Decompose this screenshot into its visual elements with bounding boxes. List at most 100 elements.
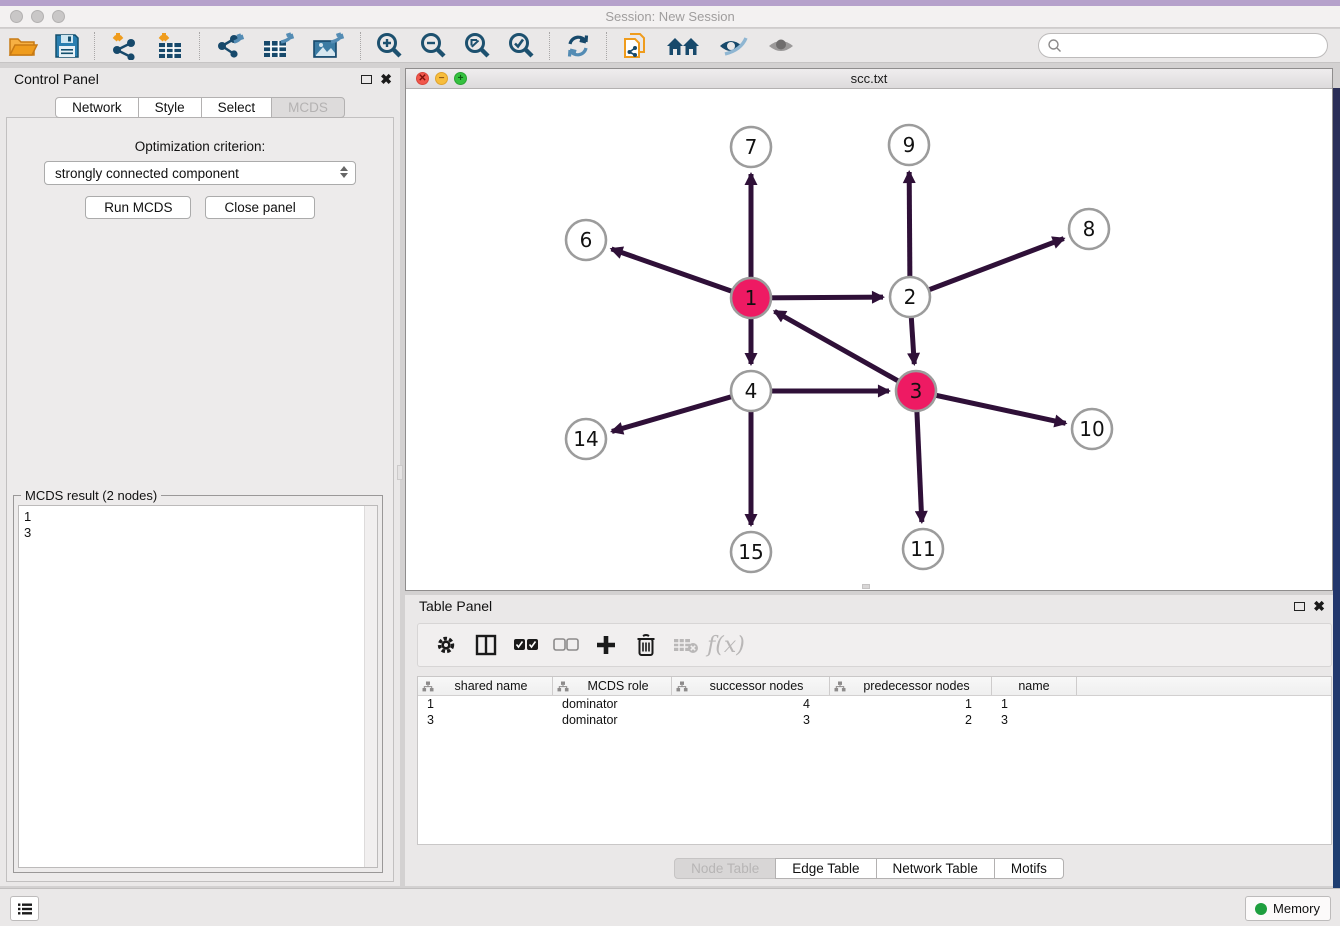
network-window-titlebar: ✕ − + scc.txt [406, 69, 1332, 89]
export-network-button[interactable] [206, 30, 254, 62]
home-button[interactable] [657, 30, 709, 62]
function-builder-button[interactable]: f(x) [708, 628, 744, 662]
column-tree-icon [834, 681, 846, 692]
deselect-all-columns-button[interactable] [548, 628, 584, 662]
memory-button[interactable]: Memory [1245, 896, 1331, 921]
split-columns-icon [474, 633, 498, 657]
column-label: successor nodes [688, 679, 825, 693]
open-folder-icon [8, 33, 38, 59]
network-view-window: ✕ − + scc.txt 7 9 6 8 1 2 4 3 14 10 15 11 [405, 68, 1333, 591]
export-image-button[interactable] [304, 30, 354, 62]
graph-edge-2-8[interactable] [910, 239, 1064, 297]
delete-column-button[interactable] [628, 628, 664, 662]
window-titlebar: Session: New Session [0, 6, 1340, 28]
import-table-button[interactable] [147, 30, 193, 62]
result-scrollbar[interactable] [364, 506, 377, 867]
refresh-button[interactable] [556, 30, 600, 62]
tab-network[interactable]: Network [55, 97, 139, 118]
cell-shared-name: 1 [418, 697, 553, 711]
table-tab-motifs[interactable]: Motifs [994, 858, 1064, 879]
graph-node-11[interactable]: 11 [903, 529, 943, 569]
mcds-result-title: MCDS result (2 nodes) [21, 488, 161, 503]
duplicate-network-icon [621, 31, 649, 61]
graph-edge-1-6[interactable] [611, 249, 751, 298]
graph-node-2[interactable]: 2 [890, 277, 930, 317]
cell-successor-nodes: 4 [672, 697, 830, 711]
import-table-icon [155, 32, 185, 60]
cell-successor-nodes: 3 [672, 713, 830, 727]
table-settings-button[interactable] [428, 628, 464, 662]
table-row[interactable]: 1dominator411 [418, 696, 1331, 712]
table-tab-edge-table[interactable]: Edge Table [775, 858, 876, 879]
column-label: MCDS role [569, 679, 667, 693]
graph-edge-3-1[interactable] [775, 311, 916, 391]
graph-node-4[interactable]: 4 [731, 371, 771, 411]
zoom-in-button[interactable] [367, 30, 411, 62]
hide-selected-button[interactable] [709, 30, 757, 62]
save-floppy-icon [54, 33, 80, 59]
export-table-button[interactable] [254, 30, 304, 62]
trash-icon [636, 633, 656, 657]
graph-node-6[interactable]: 6 [566, 220, 606, 260]
zoom-out-button[interactable] [411, 30, 455, 62]
svg-text:2: 2 [904, 285, 917, 309]
open-session-button[interactable] [0, 30, 46, 62]
column-header-MCDS-role[interactable]: MCDS role [553, 677, 672, 695]
column-tree-icon [676, 681, 688, 692]
graph-node-9[interactable]: 9 [889, 125, 929, 165]
toolbar-separator [549, 32, 550, 60]
select-all-columns-button[interactable] [508, 628, 544, 662]
split-view-button[interactable] [468, 628, 504, 662]
float-table-panel-icon[interactable] [1294, 602, 1305, 611]
close-panel-button[interactable]: Close panel [205, 196, 314, 219]
splitter-handle[interactable] [397, 465, 403, 480]
mcds-result-text[interactable]: 13 [18, 505, 378, 868]
control-panel-tabs: NetworkStyleSelectMCDS [0, 97, 400, 118]
zoom-fit-button[interactable] [455, 30, 499, 62]
graph-node-1[interactable]: 1 [731, 278, 771, 318]
task-history-button[interactable] [10, 896, 39, 921]
column-header-shared-name[interactable]: shared name [418, 677, 553, 695]
column-label: shared name [434, 679, 548, 693]
save-session-button[interactable] [46, 30, 88, 62]
graph-node-15[interactable]: 15 [731, 532, 771, 572]
svg-text:3: 3 [910, 379, 923, 403]
control-panel-header: Control Panel ✖ [0, 68, 400, 90]
delete-table-button[interactable] [668, 628, 704, 662]
close-table-panel-icon[interactable]: ✖ [1313, 599, 1325, 613]
network-canvas[interactable]: 7 9 6 8 1 2 4 3 14 10 15 11 [406, 89, 1332, 590]
duplicate-network-button[interactable] [613, 30, 657, 62]
column-header-predecessor-nodes[interactable]: predecessor nodes [830, 677, 992, 695]
cell-predecessor-nodes: 1 [830, 697, 992, 711]
column-tree-icon [557, 681, 569, 692]
show-selected-button[interactable] [757, 30, 805, 62]
column-header-name[interactable]: name [992, 677, 1077, 695]
import-network-button[interactable] [101, 30, 147, 62]
float-panel-icon[interactable] [361, 75, 372, 84]
graph-node-7[interactable]: 7 [731, 127, 771, 167]
graph-edge-4-14[interactable] [612, 391, 751, 431]
criterion-select[interactable]: strongly connected component [44, 161, 356, 185]
graph-node-14[interactable]: 14 [566, 419, 606, 459]
search-input[interactable] [1062, 36, 1327, 56]
graph-node-8[interactable]: 8 [1069, 209, 1109, 249]
canvas-resize-grip[interactable] [862, 584, 870, 589]
table-row[interactable]: 3dominator323 [418, 712, 1331, 728]
table-tab-network-table[interactable]: Network Table [876, 858, 995, 879]
add-column-button[interactable] [588, 628, 624, 662]
tab-select[interactable]: Select [201, 97, 273, 118]
cell-predecessor-nodes: 2 [830, 713, 992, 727]
graph-edge-3-10[interactable] [916, 391, 1066, 423]
column-header-successor-nodes[interactable]: successor nodes [672, 677, 830, 695]
export-image-icon [312, 32, 346, 60]
close-panel-icon[interactable]: ✖ [380, 72, 392, 86]
graph-node-3[interactable]: 3 [896, 371, 936, 411]
table-tab-node-table[interactable]: Node Table [674, 858, 776, 879]
graph-node-10[interactable]: 10 [1072, 409, 1112, 449]
zoom-selected-button[interactable] [499, 30, 543, 62]
tab-style[interactable]: Style [138, 97, 202, 118]
control-panel-title: Control Panel [14, 71, 99, 87]
tab-mcds[interactable]: MCDS [271, 97, 345, 118]
run-mcds-button[interactable]: Run MCDS [85, 196, 191, 219]
export-table-icon [262, 32, 296, 60]
